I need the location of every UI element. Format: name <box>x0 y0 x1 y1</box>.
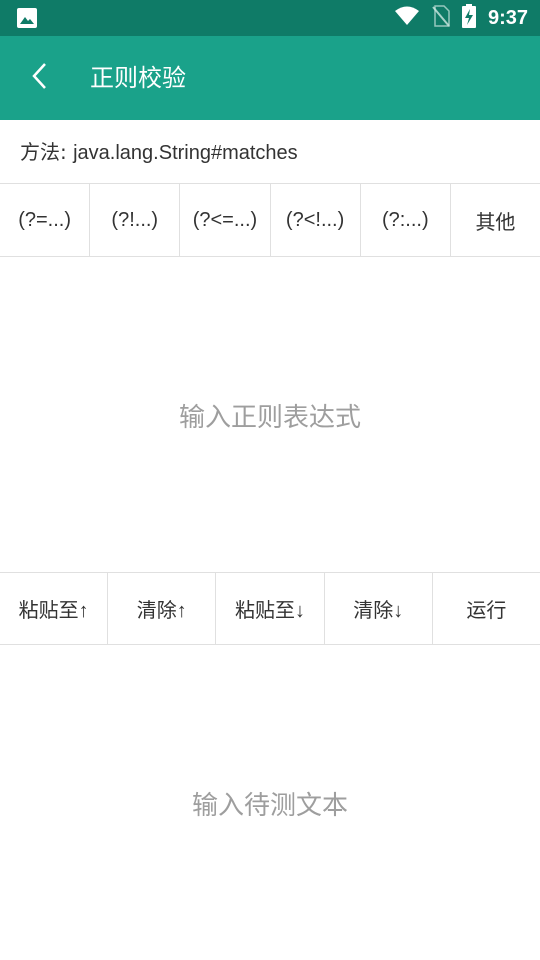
lookahead-button[interactable]: (?=...) <box>0 184 91 256</box>
non-capturing-group-button[interactable]: (?:...) <box>361 184 451 256</box>
page-title: 正则校验 <box>90 64 186 92</box>
chevron-left-icon <box>30 62 50 94</box>
method-value: java.lang.String#matches <box>73 142 298 164</box>
paste-to-regex-button[interactable]: 粘贴至↑ <box>0 573 109 644</box>
lookbehind-button[interactable]: (?<=...) <box>180 184 271 256</box>
image-icon <box>16 7 38 29</box>
clear-regex-button[interactable]: 清除↑ <box>108 573 217 644</box>
battery-charging-icon <box>461 4 476 32</box>
wifi-icon <box>394 6 420 30</box>
back-button[interactable] <box>20 58 60 98</box>
no-sim-icon <box>432 5 450 31</box>
action-toolbar: 粘贴至↑ 清除↑ 粘贴至↓ 清除↓ 运行 <box>0 572 540 645</box>
app-bar: 正则校验 <box>0 36 540 120</box>
status-icons: 9:37 <box>394 0 528 36</box>
status-bar: 9:37 <box>0 0 540 36</box>
paste-to-text-button[interactable]: 粘贴至↓ <box>216 573 325 644</box>
regex-snippet-toolbar: (?=...) (?!...) (?<=...) (?<!...) (?:...… <box>0 184 540 257</box>
other-button[interactable]: 其他 <box>451 184 540 256</box>
clear-text-button[interactable]: 清除↓ <box>325 573 433 644</box>
negative-lookbehind-button[interactable]: (?<!...) <box>271 184 361 256</box>
status-time: 9:37 <box>487 6 528 29</box>
test-text-input[interactable]: 输入待测文本 <box>0 646 540 960</box>
method-label: 方法: <box>20 140 74 164</box>
method-row: 方法: java.lang.String#matches <box>0 120 540 184</box>
run-button[interactable]: 运行 <box>433 573 540 644</box>
regex-input[interactable]: 输入正则表达式 <box>0 258 540 572</box>
negative-lookahead-button[interactable]: (?!...) <box>90 184 181 256</box>
